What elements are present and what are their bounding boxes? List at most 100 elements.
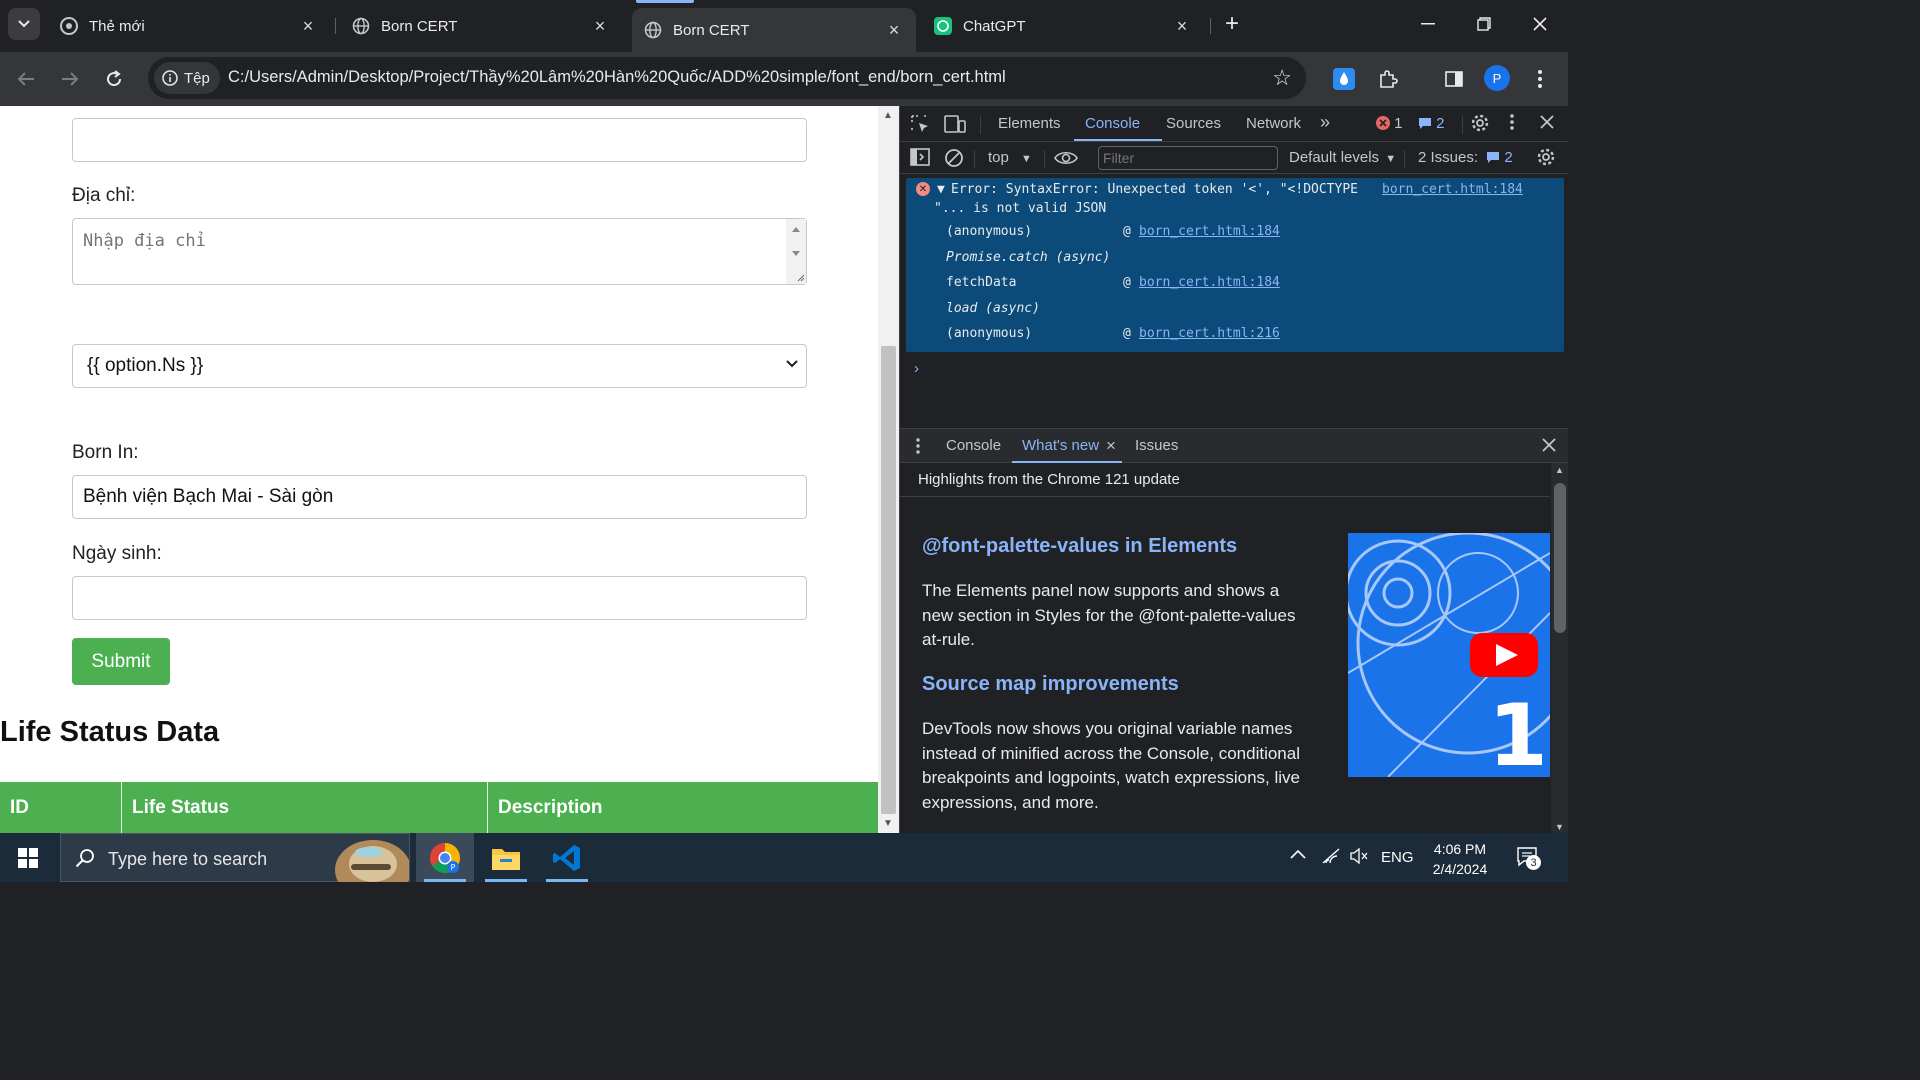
close-icon[interactable]: × xyxy=(884,20,904,41)
site-info-chip[interactable]: Tệp xyxy=(154,62,220,94)
back-button[interactable] xyxy=(10,63,42,95)
taskbar-vscode[interactable] xyxy=(538,833,596,882)
error-expand-triangle-icon[interactable]: ▼ xyxy=(937,182,945,197)
minimize-button[interactable] xyxy=(1414,10,1442,38)
forward-button[interactable] xyxy=(54,63,86,95)
extensions-puzzle-icon[interactable] xyxy=(1374,65,1402,93)
close-drawer-icon[interactable] xyxy=(1542,438,1556,457)
option-select[interactable]: {{ option.Ns }} xyxy=(72,344,807,388)
input-language[interactable]: ENG xyxy=(1381,849,1414,866)
context-selector[interactable]: top ▼ xyxy=(988,149,1032,166)
tab-new[interactable]: Thẻ mới × xyxy=(48,8,330,44)
stack-frame-at: @ xyxy=(1123,326,1131,341)
tab-network[interactable]: Network xyxy=(1246,115,1301,132)
taskbar-file-explorer[interactable] xyxy=(477,833,535,882)
issues-counter[interactable]: 2 Issues: 2 xyxy=(1418,149,1513,166)
drawer-scrollbar-thumb[interactable] xyxy=(1554,483,1566,633)
inspect-element-icon[interactable] xyxy=(910,114,930,138)
tab-separator xyxy=(1210,18,1211,34)
taskbar-search-box[interactable]: Type here to search xyxy=(60,833,410,882)
address-textarea[interactable]: Nhập địa chỉ xyxy=(72,218,807,285)
close-devtools-icon[interactable] xyxy=(1540,115,1554,133)
volume-muted-icon[interactable] xyxy=(1350,847,1368,868)
scroll-down-icon[interactable]: ▼ xyxy=(883,818,893,829)
stack-frame-at: @ xyxy=(1123,275,1131,290)
url-text[interactable]: C:/Users/Admin/Desktop/Project/Thầy%20Lâ… xyxy=(228,68,1006,87)
address-bar[interactable]: Tệp C:/Users/Admin/Desktop/Project/Thầy%… xyxy=(148,57,1306,99)
page-scrollbar-thumb[interactable] xyxy=(881,346,896,814)
notification-center-icon[interactable]: 3 xyxy=(1516,846,1541,872)
scroll-down-icon[interactable]: ▼ xyxy=(1555,822,1564,832)
new-tab-button[interactable]: + xyxy=(1218,10,1246,38)
chatgpt-icon xyxy=(934,17,952,35)
whats-new-heading-2[interactable]: Source map improvements xyxy=(922,673,1179,696)
log-levels-dropdown[interactable]: Default levels ▼ xyxy=(1289,149,1396,166)
tab-chatgpt[interactable]: ChatGPT × xyxy=(922,8,1204,44)
drawer-tab-console[interactable]: Console xyxy=(946,437,1001,454)
reload-button[interactable] xyxy=(98,63,130,95)
devtools-menu-icon[interactable] xyxy=(1510,113,1514,135)
close-icon[interactable]: × xyxy=(590,16,610,37)
drawer-menu-icon[interactable] xyxy=(916,438,920,459)
console-prompt-chevron-icon[interactable]: › xyxy=(914,360,919,377)
page-scrollbar[interactable]: ▲ ▼ xyxy=(878,106,899,833)
submit-button[interactable]: Submit xyxy=(72,638,170,685)
close-icon[interactable]: × xyxy=(298,16,318,37)
tab-born-cert-1[interactable]: Born CERT × xyxy=(340,8,622,44)
message-count-badge[interactable]: 2 xyxy=(1418,115,1445,132)
extension-drop-icon[interactable] xyxy=(1330,65,1358,93)
born-in-input[interactable]: Bệnh viện Bạch Mai - Sài gòn xyxy=(72,475,807,519)
video-thumbnail[interactable]: 1 xyxy=(1348,533,1550,777)
scroll-up-icon[interactable]: ▲ xyxy=(1555,465,1564,475)
tab-search-button[interactable] xyxy=(8,8,40,40)
stack-frame-link[interactable]: born_cert.html:184 xyxy=(1139,224,1280,239)
whats-new-heading-1[interactable]: @font-palette-values in Elements xyxy=(922,535,1237,558)
scroll-up-icon[interactable]: ▲ xyxy=(883,110,893,121)
message-icon xyxy=(1487,152,1500,163)
notification-count-badge: 3 xyxy=(1526,855,1541,870)
device-toolbar-icon[interactable] xyxy=(944,114,966,138)
stack-frame-link[interactable]: born_cert.html:184 xyxy=(1139,275,1280,290)
top-text-input[interactable] xyxy=(72,118,807,162)
web-page: Địa chỉ: Nhập địa chỉ {{ option.Ns }} Bo… xyxy=(0,106,878,833)
side-panel-icon[interactable] xyxy=(1440,65,1468,93)
tab-elements[interactable]: Elements xyxy=(998,115,1061,132)
profile-avatar[interactable]: P xyxy=(1484,65,1510,91)
life-status-table-header: ID Life Status Description xyxy=(0,782,878,833)
dob-input[interactable] xyxy=(72,576,807,620)
bookmark-star-icon[interactable]: ☆ xyxy=(1272,65,1292,91)
minimize-icon xyxy=(1421,23,1435,25)
close-icon[interactable]: × xyxy=(1172,16,1192,37)
restore-button[interactable] xyxy=(1470,10,1498,38)
more-menu-icon[interactable] xyxy=(1526,65,1554,93)
error-source-link[interactable]: born_cert.html:184 xyxy=(1382,182,1523,197)
stack-frame-link[interactable]: born_cert.html:216 xyxy=(1139,326,1280,341)
more-tabs-chevron-icon[interactable]: » xyxy=(1320,112,1330,133)
close-window-button[interactable] xyxy=(1526,10,1554,38)
sidebar-toggle-icon[interactable] xyxy=(910,148,930,170)
console-error-message[interactable]: ✕ ▼ Error: SyntaxError: Unexpected token… xyxy=(906,178,1564,352)
close-icon[interactable]: × xyxy=(1106,436,1116,456)
drawer-tab-whats-new[interactable]: What's new xyxy=(1022,437,1099,454)
tab-strip: Thẻ mới × Born CERT × Born CERT × ChatGP… xyxy=(0,0,1568,52)
show-hidden-icons-chevron-icon[interactable] xyxy=(1290,846,1306,863)
drawer-tab-issues[interactable]: Issues xyxy=(1135,437,1178,454)
filter-input[interactable] xyxy=(1098,146,1278,170)
console-settings-gear-icon[interactable] xyxy=(1536,147,1556,171)
settings-gear-icon[interactable] xyxy=(1470,113,1490,137)
textarea-scrollbar[interactable] xyxy=(786,219,806,284)
restore-icon xyxy=(1477,17,1491,31)
live-expression-eye-icon[interactable] xyxy=(1054,150,1078,170)
clock-date: 2/4/2024 xyxy=(1432,861,1488,877)
stack-frame-fn: (anonymous) xyxy=(946,224,1033,239)
tab-born-cert-active[interactable]: Born CERT × xyxy=(632,8,916,52)
taskbar-clock[interactable]: 4:06 PM 2/4/2024 xyxy=(1420,839,1500,879)
network-wifi-icon[interactable] xyxy=(1322,848,1340,868)
drawer-scrollbar[interactable]: ▲ ▼ xyxy=(1551,463,1568,834)
clear-console-icon[interactable] xyxy=(944,148,964,172)
tab-console[interactable]: Console xyxy=(1085,115,1140,132)
taskbar-chrome[interactable]: P xyxy=(416,833,474,882)
tab-sources[interactable]: Sources xyxy=(1166,115,1221,132)
error-count-badge[interactable]: 1 xyxy=(1376,115,1403,132)
windows-start-icon[interactable] xyxy=(18,848,38,873)
